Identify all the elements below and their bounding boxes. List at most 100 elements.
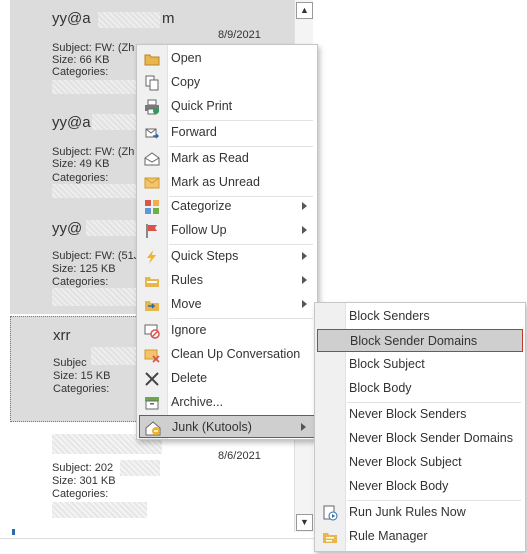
menu-item-label: Move [171, 297, 202, 311]
message-sender: yy@a [52, 114, 91, 131]
menu-item-rule-manager[interactable]: Rule Manager [317, 525, 523, 548]
submenu-arrow-icon [302, 202, 307, 210]
cleanup-icon [144, 347, 160, 363]
scroll-down-arrow-icon[interactable]: ▼ [296, 514, 313, 531]
redacted-area [52, 502, 147, 518]
menu-item-label: Junk (Kutools) [172, 420, 252, 434]
message-size: Size: 15 KB [53, 370, 111, 382]
menu-item-label: Rules [171, 273, 203, 287]
menu-item-label: Categorize [171, 199, 232, 213]
move-folder-icon [144, 297, 160, 313]
redacted-area [98, 12, 160, 28]
menu-item-block-body[interactable]: Block Body [317, 377, 523, 400]
menu-item-never-block-subject[interactable]: Never Block Subject [317, 451, 523, 474]
menu-item-label: Run Junk Rules Now [349, 505, 466, 519]
submenu-arrow-icon [302, 252, 307, 260]
menu-item-label: Never Block Senders [349, 407, 467, 421]
run-rules-icon [322, 505, 338, 521]
menu-item-label: Block Senders [349, 309, 430, 323]
menu-item-label: Ignore [171, 323, 207, 337]
message-categories: Categories: [52, 488, 109, 500]
menu-item-ignore[interactable]: Ignore [139, 319, 315, 342]
message-sender: yy@ [52, 220, 83, 237]
menu-item-label: Block Sender Domains [350, 334, 478, 348]
message-subject: Subject: FW: (Zh [52, 146, 135, 158]
menu-item-delete[interactable]: Delete [139, 367, 315, 390]
menu-item-follow-up[interactable]: Follow Up [139, 219, 315, 242]
message-sender-tail: m [162, 10, 175, 27]
menu-item-label: Mark as Unread [171, 175, 260, 189]
junk-icon [145, 420, 161, 436]
menu-item-block-senders[interactable]: Block Senders [317, 305, 523, 328]
menu-item-open[interactable]: Open [139, 47, 315, 70]
menu-item-quick-print[interactable]: Quick Print [139, 95, 315, 118]
message-sender: yy@a [52, 10, 91, 27]
menu-item-label: Never Block Subject [349, 455, 462, 469]
rules-icon [144, 273, 160, 289]
redacted-area [120, 460, 160, 476]
menu-item-never-block-sender-domains[interactable]: Never Block Sender Domains [317, 427, 523, 450]
submenu-arrow-icon [302, 300, 307, 308]
menu-item-junk-kutools[interactable]: Junk (Kutools) [139, 415, 315, 438]
message-subject: Subject: FW: (Zh [52, 42, 135, 54]
folder-open-icon [144, 51, 160, 67]
redacted-area [52, 288, 147, 306]
list-bottom-bar [0, 529, 318, 554]
menu-item-quick-steps[interactable]: Quick Steps [139, 245, 315, 268]
menu-item-never-block-body[interactable]: Never Block Body [317, 475, 523, 498]
menu-item-rules[interactable]: Rules [139, 269, 315, 292]
junk-submenu: Block Senders Block Sender Domains Block… [314, 302, 526, 552]
menu-item-label: Follow Up [171, 223, 227, 237]
menu-item-label: Never Block Body [349, 479, 449, 493]
menu-item-run-junk-rules-now[interactable]: Run Junk Rules Now [317, 501, 523, 524]
message-size: Size: 49 KB [52, 158, 110, 170]
flag-icon [144, 223, 160, 239]
menu-item-archive[interactable]: Archive... [139, 391, 315, 414]
menu-item-clean-up-conversation[interactable]: Clean Up Conversation [139, 343, 315, 366]
progress-marker [12, 529, 15, 535]
message-categories: Categories: [52, 172, 109, 184]
lightning-icon [144, 249, 160, 265]
envelope-open-icon [144, 151, 160, 167]
redacted-area [91, 347, 141, 365]
submenu-arrow-icon [302, 276, 307, 284]
envelope-closed-icon [144, 175, 160, 191]
menu-item-forward[interactable]: Forward [139, 121, 315, 144]
message-categories: Categories: [52, 276, 109, 288]
menu-item-never-block-senders[interactable]: Never Block Senders [317, 403, 523, 426]
menu-item-label: Mark as Read [171, 151, 249, 165]
message-subject: Subject: FW: (51J [52, 250, 140, 262]
menu-item-label: Block Body [349, 381, 412, 395]
menu-item-label: Delete [171, 371, 208, 385]
submenu-arrow-icon [301, 423, 306, 431]
menu-item-label: Quick Steps [171, 249, 239, 263]
menu-item-label: Rule Manager [349, 529, 428, 543]
ignore-icon [144, 323, 160, 339]
menu-item-mark-as-read[interactable]: Mark as Read [139, 147, 315, 170]
rule-manager-icon [322, 529, 338, 545]
scroll-up-arrow-icon[interactable]: ▲ [296, 2, 313, 19]
message-categories: Categories: [52, 66, 109, 78]
message-subject: Subject: 202 [52, 462, 114, 474]
menu-item-categorize[interactable]: Categorize [139, 195, 315, 218]
context-menu: Open Copy Quick Print Forward Mark as Re… [136, 44, 318, 440]
menu-item-move[interactable]: Move [139, 293, 315, 316]
delete-x-icon [144, 371, 160, 387]
menu-item-copy[interactable]: Copy [139, 71, 315, 94]
menu-item-mark-as-unread[interactable]: Mark as Unread [139, 171, 315, 194]
menu-item-block-sender-domains[interactable]: Block Sender Domains [317, 329, 523, 352]
archive-box-icon [144, 395, 160, 411]
message-sender: xrr [53, 327, 71, 344]
menu-item-block-subject[interactable]: Block Subject [317, 353, 523, 376]
categorize-icon [144, 199, 160, 215]
message-date: 8/6/2021 [218, 450, 261, 462]
menu-item-label: Clean Up Conversation [171, 347, 301, 361]
redacted-area [52, 80, 147, 94]
redacted-area [92, 114, 142, 130]
message-date: 8/9/2021 [218, 29, 261, 41]
menu-item-label: Archive... [171, 395, 224, 409]
copy-icon [144, 75, 160, 91]
message-subject: Subjec [53, 357, 87, 369]
menu-item-label: Copy [171, 75, 201, 89]
menu-item-label: Quick Print [171, 99, 233, 113]
